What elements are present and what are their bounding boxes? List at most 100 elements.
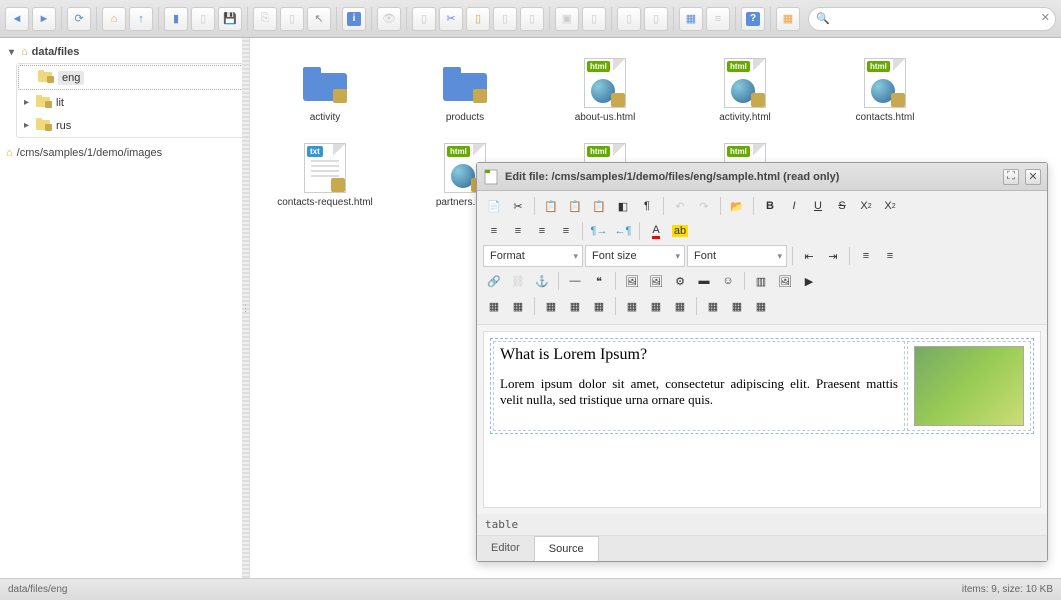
align-left-icon[interactable]: ≡ bbox=[483, 220, 505, 242]
expand-icon[interactable]: ▸ bbox=[21, 120, 32, 131]
cursor-button[interactable]: ↖ bbox=[307, 7, 331, 31]
file-item[interactable]: html contacts.html bbox=[835, 58, 935, 123]
tree-item-lit[interactable]: ▸ lit bbox=[17, 91, 244, 114]
info-button[interactable]: i bbox=[342, 7, 366, 31]
underline-icon[interactable]: U bbox=[807, 195, 829, 217]
close-button[interactable]: ✕ bbox=[1025, 169, 1041, 185]
tree-item-eng[interactable]: eng bbox=[18, 65, 243, 90]
picture-icon[interactable]: 🖼 bbox=[774, 270, 796, 292]
save-button[interactable]: 💾 bbox=[218, 7, 242, 31]
rtl-icon[interactable]: ←¶ bbox=[612, 220, 634, 242]
link-icon[interactable]: 🔗 bbox=[483, 270, 505, 292]
file-item[interactable]: products bbox=[415, 58, 515, 123]
superscript-icon[interactable]: X2 bbox=[879, 195, 901, 217]
bold-icon[interactable]: B bbox=[759, 195, 781, 217]
outdent-icon[interactable]: ⇤ bbox=[798, 245, 820, 267]
bg-color-icon[interactable]: ab bbox=[669, 220, 691, 242]
redo-icon[interactable]: ↷ bbox=[693, 195, 715, 217]
expand-icon[interactable]: ▸ bbox=[21, 97, 32, 108]
unordered-list-icon[interactable]: ≡ bbox=[879, 245, 901, 267]
subscript-icon[interactable]: X2 bbox=[855, 195, 877, 217]
grid-button[interactable]: ▦ bbox=[776, 7, 800, 31]
format-select[interactable]: Format bbox=[483, 245, 583, 267]
paste-button[interactable]: ▯ bbox=[280, 7, 304, 31]
font-select[interactable]: Font bbox=[687, 245, 787, 267]
fontsize-select[interactable]: Font size bbox=[585, 245, 685, 267]
paste-icon[interactable]: 📋 bbox=[540, 195, 562, 217]
collapse-icon[interactable]: ▾ bbox=[6, 47, 17, 58]
row-before-icon[interactable]: ▦ bbox=[540, 295, 562, 317]
paste-word-icon[interactable]: 📋 bbox=[588, 195, 610, 217]
indent-icon[interactable]: ⇥ bbox=[822, 245, 844, 267]
row-after-icon[interactable]: ▦ bbox=[564, 295, 586, 317]
help-button[interactable]: ? bbox=[741, 7, 765, 31]
file-item[interactable]: html activity.html bbox=[695, 58, 795, 123]
clipboard-button[interactable]: ▯ bbox=[493, 7, 517, 31]
view-list-button[interactable]: ≡ bbox=[706, 7, 730, 31]
col-before-icon[interactable]: ▦ bbox=[621, 295, 643, 317]
new-file-button[interactable]: ▯ bbox=[191, 7, 215, 31]
image2-icon[interactable]: 🖼 bbox=[645, 270, 667, 292]
resize-button[interactable]: ▯ bbox=[617, 7, 641, 31]
align-justify-icon[interactable]: ≡ bbox=[555, 220, 577, 242]
pilcrow-icon[interactable]: ¶ bbox=[636, 195, 658, 217]
folder-open-icon[interactable]: 📂 bbox=[726, 195, 748, 217]
new-folder-button[interactable]: ▮ bbox=[164, 7, 188, 31]
columns-icon[interactable]: ▥ bbox=[750, 270, 772, 292]
table-props-icon[interactable]: ▦ bbox=[507, 295, 529, 317]
ltr-icon[interactable]: ¶→ bbox=[588, 220, 610, 242]
file-item[interactable]: txt contacts-request.html bbox=[275, 143, 375, 208]
delete-button[interactable]: ▯ bbox=[520, 7, 544, 31]
select-button[interactable]: ▣ bbox=[555, 7, 579, 31]
maximize-button[interactable]: ⛶ bbox=[1003, 169, 1019, 185]
paste-text-icon[interactable]: 📋 bbox=[564, 195, 586, 217]
video-icon[interactable]: ▶ bbox=[798, 270, 820, 292]
search-clear-icon[interactable]: ✕ bbox=[1041, 11, 1050, 24]
tree-root-files[interactable]: ▾ ⌂ data/files bbox=[4, 43, 245, 61]
cell-props-icon[interactable]: ▦ bbox=[750, 295, 772, 317]
editor-body[interactable]: What is Lorem Ipsum? Lorem ipsum dolor s… bbox=[483, 331, 1041, 508]
tab-editor[interactable]: Editor bbox=[477, 536, 534, 561]
dom-path[interactable]: table bbox=[477, 514, 1047, 535]
col-delete-icon[interactable]: ▦ bbox=[669, 295, 691, 317]
edit-button[interactable]: ▯ bbox=[412, 7, 436, 31]
eraser-icon[interactable]: ◧ bbox=[612, 195, 634, 217]
back-button[interactable]: ◄ bbox=[5, 7, 29, 31]
file-item[interactable]: activity bbox=[275, 58, 375, 123]
view-icons-button[interactable]: ▦ bbox=[679, 7, 703, 31]
cut-button[interactable]: ✂ bbox=[439, 7, 463, 31]
copy-icon[interactable]: 📄 bbox=[483, 195, 505, 217]
dialog-titlebar[interactable]: Edit file: /cms/samples/1/demo/files/eng… bbox=[477, 163, 1047, 191]
hr-icon[interactable]: — bbox=[564, 270, 586, 292]
col-after-icon[interactable]: ▦ bbox=[645, 295, 667, 317]
ordered-list-icon[interactable]: ≡ bbox=[855, 245, 877, 267]
flash-icon[interactable]: ⚙ bbox=[669, 270, 691, 292]
italic-icon[interactable]: I bbox=[783, 195, 805, 217]
extract-button[interactable]: ▯ bbox=[582, 7, 606, 31]
sidebar-resize-handle[interactable]: ⋮ bbox=[242, 38, 249, 578]
duplicate-button[interactable]: ▯ bbox=[466, 7, 490, 31]
file-item[interactable]: html about-us.html bbox=[555, 58, 655, 123]
copy-button[interactable]: ⎘ bbox=[253, 7, 277, 31]
strike-icon[interactable]: S bbox=[831, 195, 853, 217]
tree-root-images[interactable]: ⌂ /cms/samples/1/demo/images bbox=[4, 144, 245, 162]
tab-source[interactable]: Source bbox=[534, 536, 599, 561]
row-delete-icon[interactable]: ▦ bbox=[588, 295, 610, 317]
align-center-icon[interactable]: ≡ bbox=[507, 220, 529, 242]
up-button[interactable]: ↑ bbox=[129, 7, 153, 31]
forward-button[interactable]: ► bbox=[32, 7, 56, 31]
cell-merge-icon[interactable]: ▦ bbox=[702, 295, 724, 317]
rotate-button[interactable]: ▯ bbox=[644, 7, 668, 31]
search-input[interactable] bbox=[808, 7, 1056, 31]
anchor-icon[interactable]: ⚓ bbox=[531, 270, 553, 292]
home-button[interactable]: ⌂ bbox=[102, 7, 126, 31]
text-color-icon[interactable]: A bbox=[645, 220, 667, 242]
preview-button[interactable]: 👁 bbox=[377, 7, 401, 31]
table-icon[interactable]: ▦ bbox=[483, 295, 505, 317]
cut-icon[interactable]: ✂ bbox=[507, 195, 529, 217]
widget-icon[interactable]: ▬ bbox=[693, 270, 715, 292]
align-right-icon[interactable]: ≡ bbox=[531, 220, 553, 242]
undo-icon[interactable]: ↶ bbox=[669, 195, 691, 217]
cell-split-icon[interactable]: ▦ bbox=[726, 295, 748, 317]
tree-item-rus[interactable]: ▸ rus bbox=[17, 114, 244, 137]
